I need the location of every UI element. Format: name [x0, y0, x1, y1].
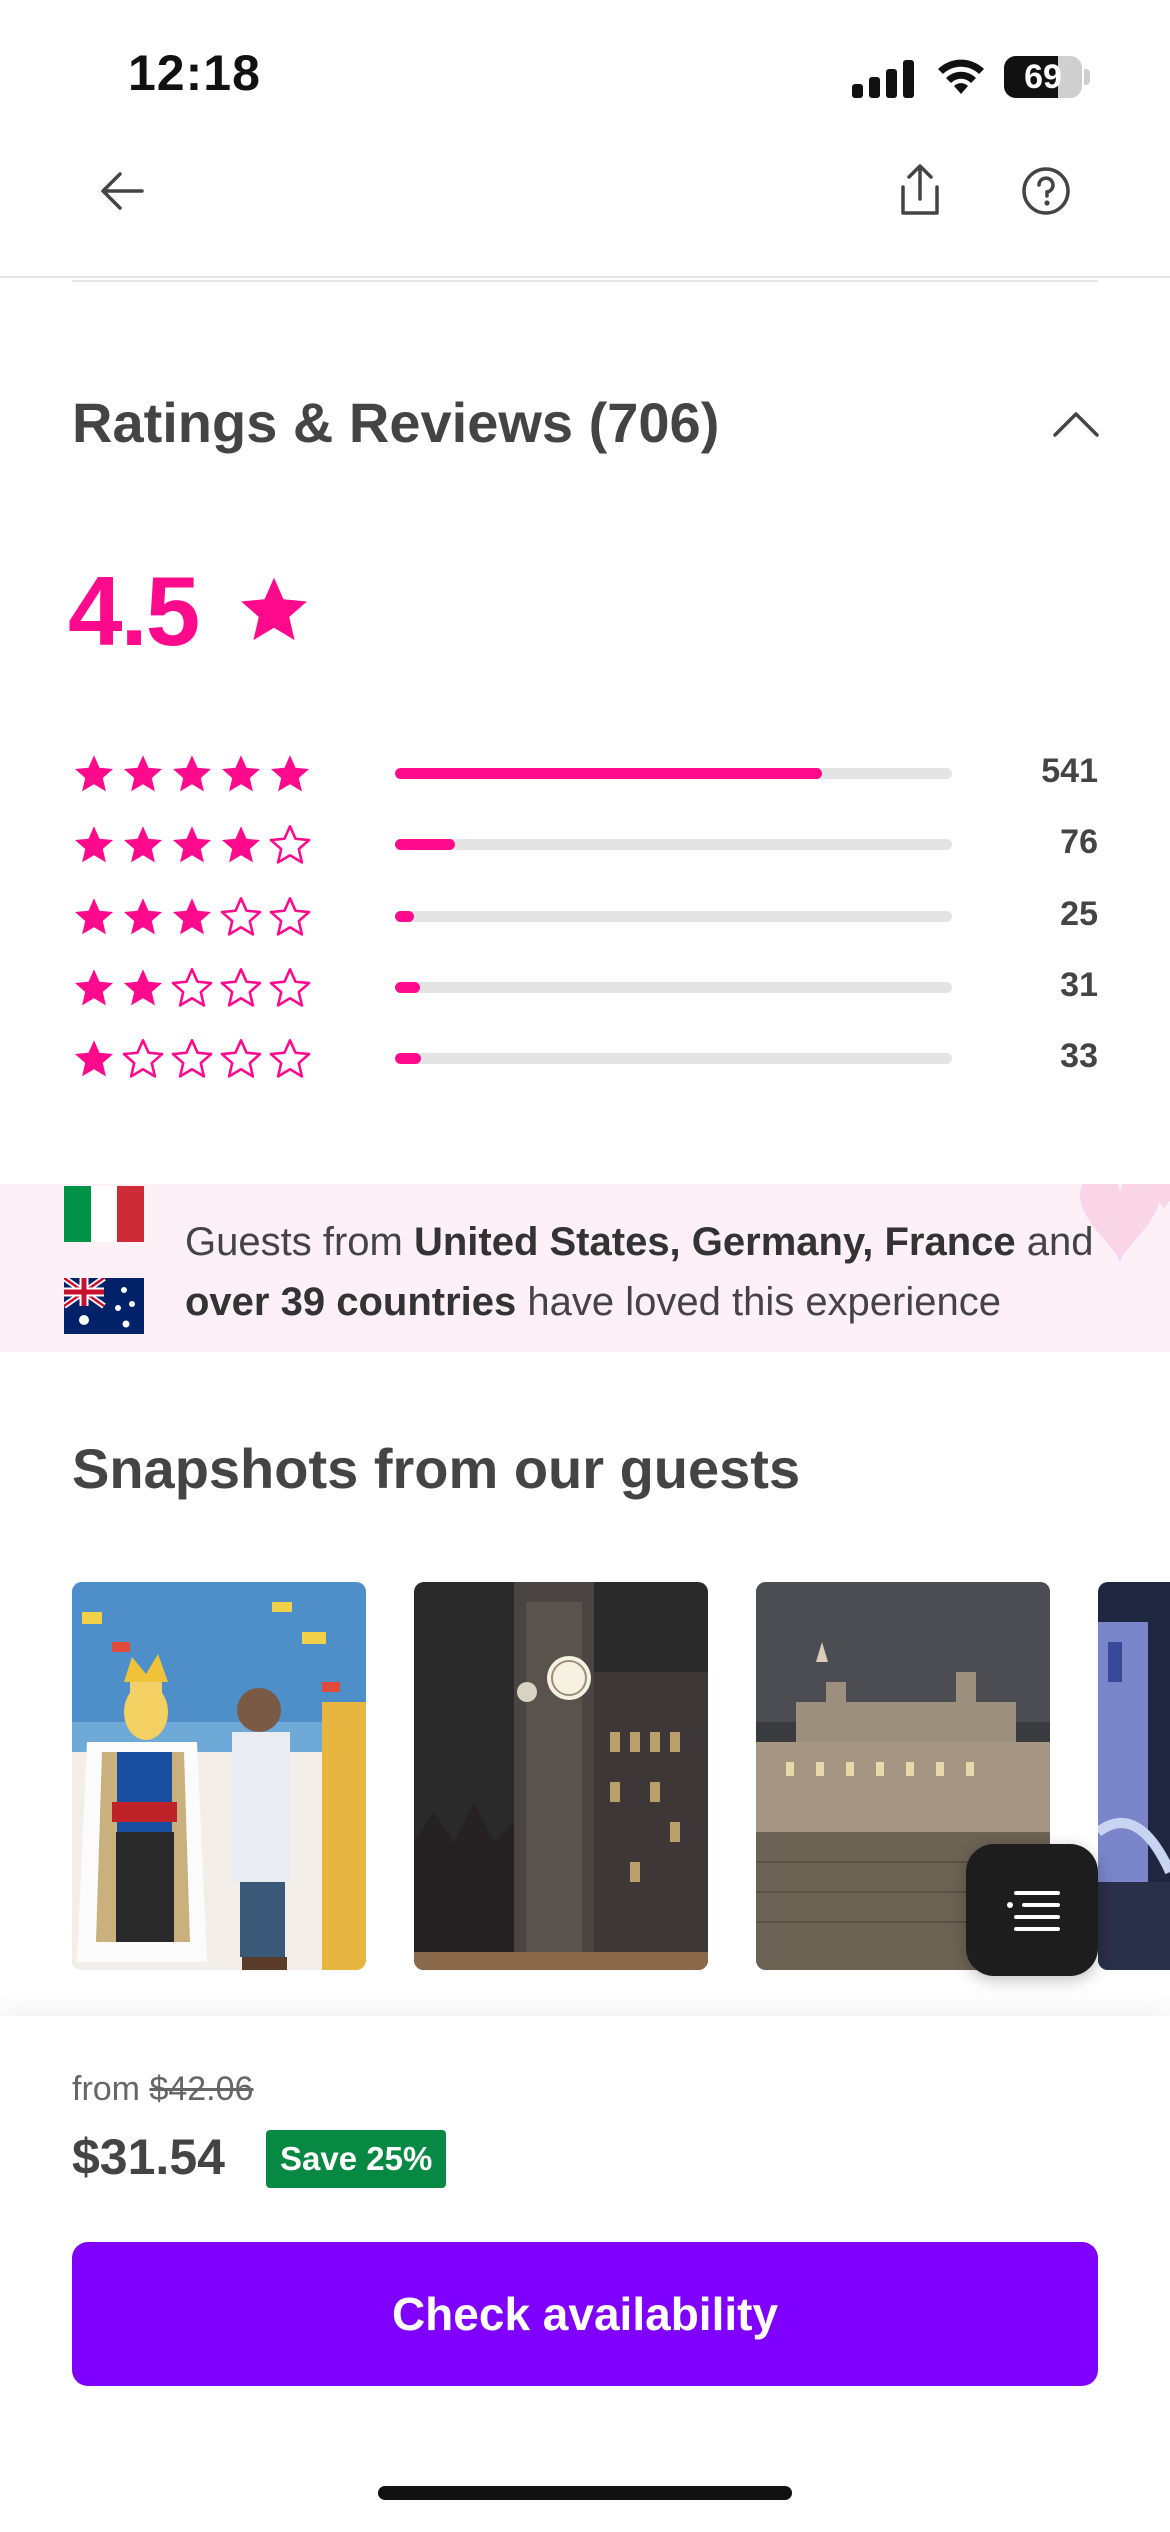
star-filled-icon — [221, 755, 261, 792]
star-rating-2 — [72, 966, 324, 1010]
rating-bar-fill — [395, 982, 420, 993]
share-button[interactable] — [872, 143, 968, 239]
rating-bar-fill — [395, 839, 456, 850]
rating-row-3-star: 25 — [72, 889, 1098, 945]
wifi-icon — [938, 59, 984, 94]
star-filled-icon — [172, 755, 212, 792]
original-price: $42.06 — [149, 2070, 254, 2108]
star-filled-icon — [123, 969, 163, 1006]
star-filled-icon — [74, 898, 114, 935]
back-button[interactable] — [74, 143, 170, 239]
star-rating-3 — [72, 895, 324, 939]
status-bar: 12:18 69 — [0, 0, 1170, 150]
ratings-reviews-title: Ratings & Reviews (706) — [72, 391, 720, 454]
star-filled-icon — [123, 898, 163, 935]
rating-bar-track — [395, 911, 952, 922]
chevron-up-icon — [1053, 412, 1099, 437]
star-rating-5 — [72, 752, 324, 796]
rating-count: 76 — [1060, 823, 1098, 861]
home-indicator[interactable] — [378, 2486, 792, 2500]
star-filled-icon — [172, 826, 212, 863]
average-rating: 4.5 — [68, 556, 200, 666]
star-outline-icon — [220, 897, 262, 936]
star-filled-icon — [74, 755, 114, 792]
star-rating-4 — [72, 823, 324, 867]
rating-bar-track — [395, 1053, 952, 1064]
list-icon — [1007, 1891, 1060, 1931]
from-label: from — [72, 2070, 140, 2108]
check-availability-button[interactable]: Check availability — [72, 2242, 1098, 2386]
guests-text-prefix: Guests from — [185, 1220, 414, 1264]
snapshot-photo-big-ben[interactable] — [414, 1582, 708, 1970]
snapshot-photo-tower-bridge[interactable] — [1098, 1582, 1170, 1970]
guests-top-countries: United States, Germany, France — [413, 1220, 1016, 1264]
star-outline-icon — [269, 968, 311, 1007]
rating-bar-track — [395, 982, 952, 993]
rating-count: 33 — [1060, 1037, 1098, 1075]
snapshot-photo-lego-king[interactable] — [72, 1582, 366, 1970]
star-filled-icon — [74, 826, 114, 863]
star-outline-icon — [269, 897, 311, 936]
star-filled-icon — [221, 826, 261, 863]
section-divider — [72, 280, 1098, 282]
rating-bar-fill — [395, 768, 822, 779]
current-price: $31.54 — [72, 2129, 225, 2185]
lego-king-photo — [72, 1582, 366, 1970]
star-filled-icon — [270, 755, 310, 792]
guests-countries-text: Guests from United States, Germany, Fran… — [185, 1212, 1115, 1332]
rating-row-5-star: 541 — [72, 746, 1098, 802]
rating-row-1-star: 33 — [72, 1031, 1098, 1087]
star-filled-icon — [172, 898, 212, 935]
share-icon — [901, 164, 939, 215]
help-button[interactable] — [998, 143, 1094, 239]
star-outline-icon — [220, 968, 262, 1007]
question-circle-icon — [1022, 167, 1070, 215]
rating-bar-track — [395, 839, 952, 850]
cellular-signal-icon — [852, 58, 916, 98]
star-filled-icon — [123, 826, 163, 863]
rating-bar-fill — [395, 911, 415, 922]
guests-text-middle: and — [1015, 1220, 1094, 1264]
tower-bridge-photo — [1098, 1582, 1170, 1970]
guests-text-suffix: have loved this experience — [516, 1280, 1001, 1324]
battery-icon: 69 — [1004, 56, 1090, 98]
original-price-line: from $42.06 — [72, 2070, 253, 2109]
star-outline-icon — [171, 968, 213, 1007]
status-time: 12:18 — [128, 45, 261, 101]
star-outline-icon — [269, 825, 311, 864]
collapse-ratings-button[interactable] — [1040, 394, 1112, 454]
rating-count: 541 — [1041, 752, 1098, 790]
italy-flag-icon — [64, 1186, 144, 1242]
star-filled-icon — [123, 755, 163, 792]
star-outline-icon — [269, 1039, 311, 1078]
rating-row-4-star: 76 — [72, 817, 1098, 873]
nav-bar — [0, 150, 1170, 278]
arrow-left-icon — [101, 172, 144, 210]
star-outline-icon — [171, 1039, 213, 1078]
star-filled-icon — [74, 969, 114, 1006]
rating-bar-track — [395, 768, 952, 779]
discount-badge: Save 25% — [266, 2130, 447, 2188]
rating-bar-fill — [395, 1053, 422, 1064]
guests-more-countries: over 39 countries — [185, 1280, 517, 1324]
rating-count: 25 — [1060, 895, 1098, 933]
snapshots-title: Snapshots from our guests — [72, 1437, 801, 1500]
star-outline-icon — [220, 1039, 262, 1078]
rating-count: 31 — [1060, 966, 1098, 1004]
itinerary-menu-button[interactable] — [966, 1844, 1098, 1976]
big-ben-night-photo — [414, 1582, 708, 1970]
australia-flag-icon — [64, 1278, 144, 1334]
star-filled-icon — [74, 1040, 114, 1077]
star-icon — [241, 577, 307, 641]
rating-row-2-star: 31 — [72, 960, 1098, 1016]
star-rating-1 — [72, 1037, 324, 1081]
star-outline-icon — [122, 1039, 164, 1078]
battery-percent: 69 — [1024, 58, 1062, 96]
